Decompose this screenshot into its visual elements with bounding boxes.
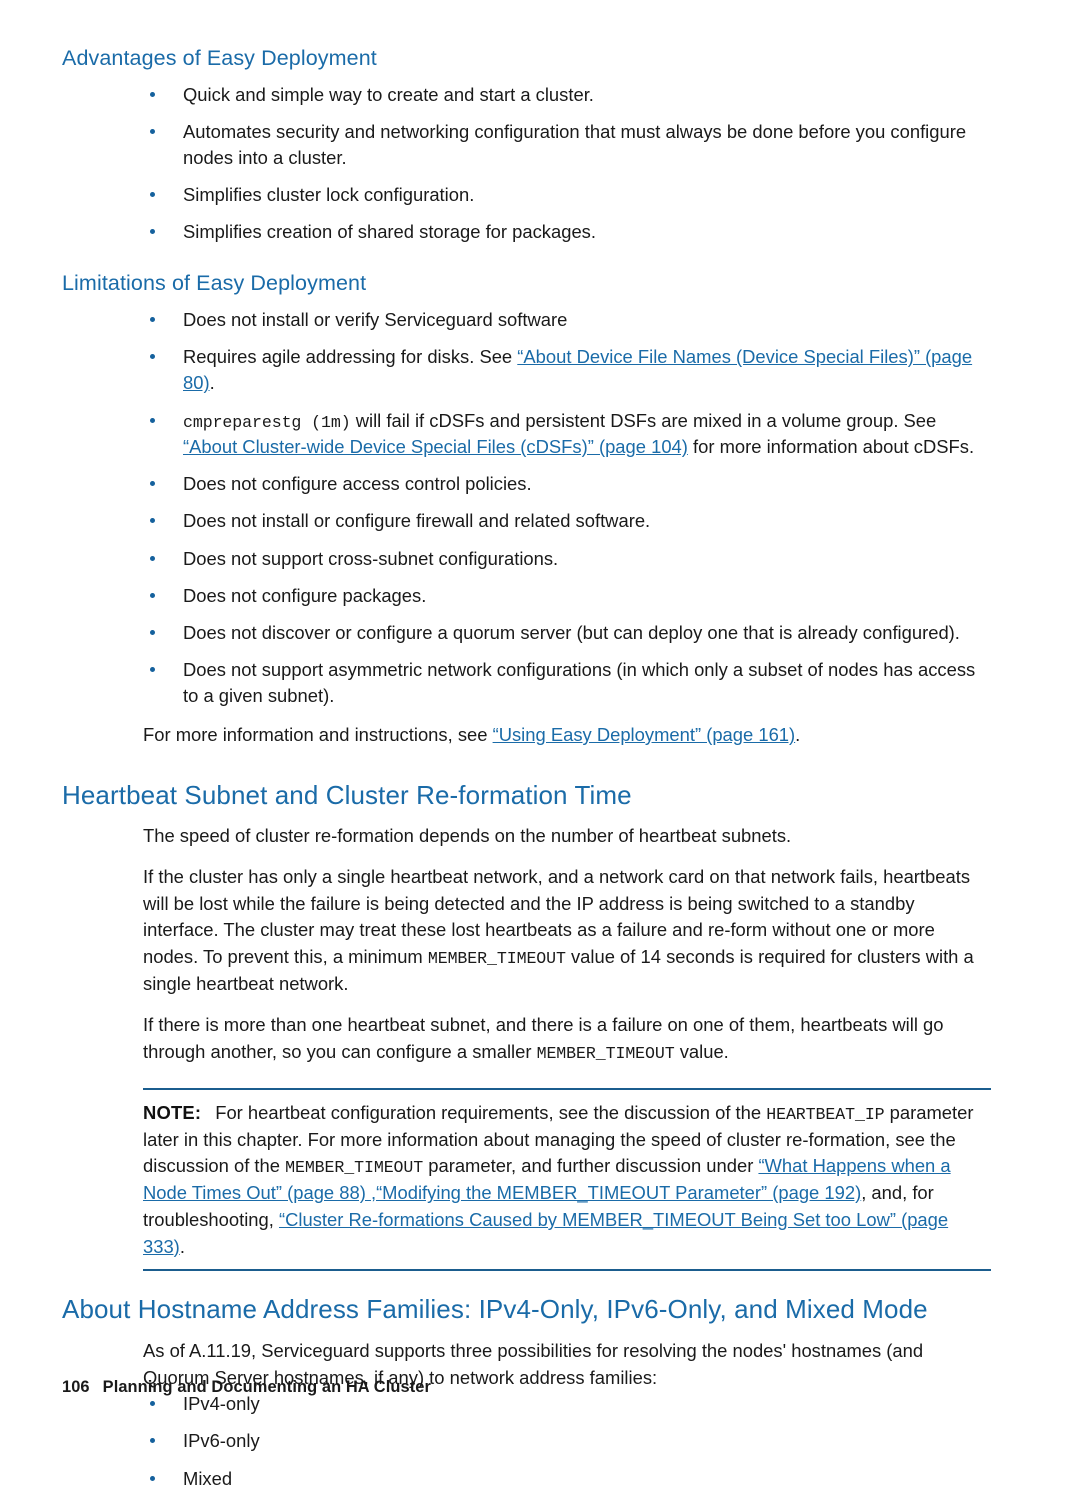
bullet-dot-icon — [150, 417, 155, 423]
list-item-text: Simplifies creation of shared storage fo… — [183, 221, 596, 243]
list-item: Does not install or configure firewall a… — [62, 508, 990, 534]
bullet-dot-icon — [150, 481, 155, 487]
list-item-text: Does not install or verify Serviceguard … — [183, 309, 568, 331]
list-item-text: Quick and simple way to create and start… — [183, 83, 594, 105]
list-item-text: Does not support cross-subnet configurat… — [183, 547, 559, 569]
parameter-name-member-timeout: MEMBER_TIMEOUT — [285, 1158, 424, 1178]
list-item-text: IPv6-only — [183, 1430, 260, 1452]
document-page: Advantages of Easy Deployment Quick and … — [0, 0, 1080, 1489]
list-item: Does not install or verify Serviceguard … — [62, 307, 990, 333]
list-item: Does not discover or configure a quorum … — [62, 620, 990, 646]
list-item-text: Does not configure packages. — [183, 584, 427, 606]
paragraph-text-2: value. — [674, 1040, 729, 1062]
note-body: NOTE: For heartbeat configuration require… — [143, 1100, 991, 1261]
list-item: Automates security and networking config… — [62, 119, 990, 171]
parameter-name-heartbeat-ip: HEARTBEAT_IP — [766, 1104, 885, 1124]
limitations-tail-paragraph: For more information and instructions, s… — [143, 722, 992, 749]
limitations-bullet-list: Does not install or verify Serviceguard … — [62, 307, 992, 709]
heartbeat-body: The speed of cluster re-formation depend… — [143, 823, 991, 1065]
footer-chapter-title: Planning and Documenting an HA Cluster — [102, 1378, 431, 1396]
list-item-text-2: for more information about cDSFs. — [687, 436, 975, 458]
section-advantages: Advantages of Easy Deployment Quick and … — [62, 46, 992, 245]
note-text-1: For heartbeat configuration requirements… — [215, 1101, 767, 1123]
bullet-dot-icon — [150, 592, 155, 598]
paragraph: If there is more than one heartbeat subn… — [143, 1012, 991, 1066]
tail-end: . — [795, 724, 801, 746]
bullet-dot-icon — [150, 666, 155, 672]
list-item-text: Simplifies cluster lock configuration. — [183, 184, 475, 206]
list-item-text: Automates security and networking config… — [183, 120, 967, 169]
heading-about-hostname-address-families: About Hostname Address Families: IPv4-On… — [62, 1294, 928, 1325]
parameter-name-member-timeout: MEMBER_TIMEOUT — [536, 1043, 675, 1063]
cross-reference-link-using-easy-deployment[interactable]: “Using Easy Deployment” (page 161) — [493, 724, 796, 745]
page-number: 106 — [62, 1378, 90, 1396]
bullet-dot-icon — [150, 555, 155, 561]
hostname-bullet-list: IPv4-only IPv6-only Mixed — [62, 1391, 992, 1491]
bullet-dot-icon — [150, 128, 155, 134]
list-item-text-tail: . — [209, 372, 215, 394]
note-admonition: NOTE: For heartbeat configuration require… — [143, 1087, 991, 1272]
bullet-dot-icon — [150, 1401, 155, 1407]
note-text-3: parameter, and further discussion under — [423, 1155, 759, 1177]
list-item: cmpreparestg (1m) will fail if cDSFs and… — [62, 408, 990, 461]
cross-reference-link-cluster-wide-dsfs[interactable]: “About Cluster-wide Device Special Files… — [183, 436, 688, 457]
command-name-cmpreparestg: cmpreparestg (1m) — [183, 412, 351, 432]
heading-limitations-of-easy-deployment: Limitations of Easy Deployment — [62, 271, 367, 296]
heading-advantages-of-easy-deployment: Advantages of Easy Deployment — [62, 46, 377, 70]
list-item-text-1: will fail if cDSFs and persistent DSFs a… — [350, 409, 937, 431]
list-item: Does not support cross-subnet configurat… — [62, 546, 990, 572]
section-heartbeat: Heartbeat Subnet and Cluster Re-formatio… — [62, 779, 992, 1272]
tail-lead: For more information and instructions, s… — [143, 724, 493, 746]
bullet-dot-icon — [150, 229, 155, 235]
bullet-dot-icon — [150, 1475, 155, 1481]
paragraph: The speed of cluster re-formation depend… — [143, 825, 792, 847]
bullet-dot-icon — [150, 1438, 155, 1444]
bullet-dot-icon — [150, 629, 155, 635]
bullet-dot-icon — [150, 192, 155, 198]
list-item-text: Does not install or configure firewall a… — [183, 510, 651, 532]
bullet-dot-icon — [150, 317, 155, 323]
list-item: IPv6-only — [62, 1428, 990, 1454]
advantages-bullet-list: Quick and simple way to create and start… — [62, 82, 992, 246]
list-item: Does not support asymmetric network conf… — [62, 657, 990, 709]
parameter-name-member-timeout: MEMBER_TIMEOUT — [427, 949, 566, 969]
list-item-text: Does not discover or configure a quorum … — [183, 621, 960, 643]
list-item: Quick and simple way to create and start… — [62, 82, 990, 108]
list-item-text: Does not support asymmetric network conf… — [183, 658, 976, 707]
paragraph: If the cluster has only a single heartbe… — [143, 864, 991, 998]
section-limitations: Limitations of Easy Deployment Does not … — [62, 271, 992, 748]
list-item: Does not configure packages. — [62, 583, 990, 609]
list-item-text: Does not configure access control polici… — [183, 473, 532, 495]
page-footer: 106 Planning and Documenting an HA Cluste… — [62, 1378, 431, 1397]
heading-heartbeat-subnet-and-cluster-re-formation-time: Heartbeat Subnet and Cluster Re-formatio… — [62, 779, 632, 810]
list-item-text: Mixed — [183, 1467, 233, 1489]
list-item: Requires agile addressing for disks. See… — [62, 344, 990, 396]
list-item: Does not configure access control polici… — [62, 471, 990, 497]
list-item-text-lead: Requires agile addressing for disks. See — [183, 346, 518, 368]
bullet-dot-icon — [150, 354, 155, 360]
note-label: NOTE: — [143, 1101, 202, 1123]
cross-reference-link-modifying-member-timeout-parameter[interactable]: ,“Modifying the MEMBER_TIMEOUT Parameter… — [371, 1182, 861, 1203]
list-item: Mixed — [62, 1466, 990, 1492]
list-item: Simplifies creation of shared storage fo… — [62, 219, 990, 245]
list-item: Simplifies cluster lock configuration. — [62, 182, 990, 208]
note-text-5: . — [179, 1235, 185, 1257]
bullet-dot-icon — [150, 518, 155, 524]
bullet-dot-icon — [150, 91, 155, 97]
